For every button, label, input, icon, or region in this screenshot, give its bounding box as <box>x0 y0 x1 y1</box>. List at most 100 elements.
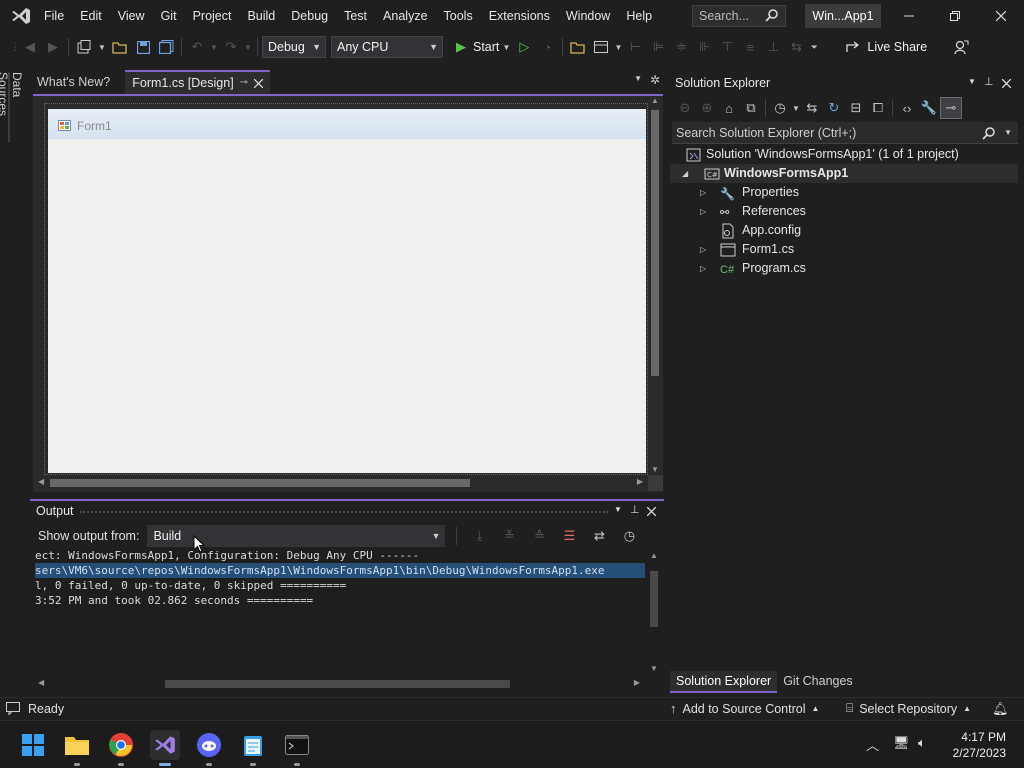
add-to-source-control-button[interactable]: ↑ Add to Source Control ▲ <box>670 701 819 716</box>
taskbar-visual-studio[interactable] <box>150 730 180 766</box>
form1-window-preview[interactable]: Form1 <box>48 109 646 473</box>
collapse-all-icon[interactable]: ⊟ <box>845 97 867 119</box>
menu-analyze[interactable]: Analyze <box>375 0 435 32</box>
timestamps-clock-icon[interactable]: ◷ <box>618 525 640 547</box>
pin-icon[interactable]: ⊥ <box>630 503 640 516</box>
align-middle-icon[interactable]: ≡ <box>739 36 761 58</box>
open-folder-icon[interactable] <box>109 36 131 58</box>
align-center-icon[interactable]: ≑ <box>670 36 692 58</box>
tab-form1-design[interactable]: Form1.cs [Design] ⊸ <box>125 70 271 94</box>
notification-message-icon[interactable] <box>6 702 20 715</box>
scroll-up-icon[interactable]: ▲ <box>650 551 658 560</box>
scroll-left-icon[interactable]: ◀ <box>38 477 44 486</box>
close-icon[interactable] <box>647 507 656 516</box>
solution-configuration-select[interactable]: Debug ▼ <box>262 36 326 58</box>
start-button[interactable]: Start <box>473 40 499 54</box>
scroll-down-icon[interactable]: ▼ <box>650 664 658 673</box>
tree-item-properties[interactable]: ▷ 🔧 Properties <box>670 183 1018 202</box>
chevron-down-icon[interactable]: ▼ <box>96 36 108 58</box>
tab-solution-explorer[interactable]: Solution Explorer <box>670 671 778 693</box>
collapsed-arrow-icon[interactable]: ▷ <box>700 259 710 278</box>
pin-icon[interactable]: ⊥ <box>984 75 994 88</box>
settings-gear-icon[interactable]: ✲ <box>650 73 660 87</box>
view-code-icon[interactable]: ‹› <box>896 97 918 119</box>
forward-icon[interactable]: ⊕ <box>696 97 718 119</box>
close-icon[interactable] <box>1002 79 1011 88</box>
tree-solution-node[interactable]: Solution 'WindowsFormsApp1' (1 of 1 proj… <box>670 145 1018 164</box>
refresh-icon[interactable]: ↻ <box>823 97 845 119</box>
scroll-right-icon[interactable]: ▶ <box>634 678 640 687</box>
back-icon[interactable]: ⊖ <box>674 97 696 119</box>
scrollbar-thumb[interactable] <box>651 110 659 376</box>
chevron-down-icon[interactable]: ▼ <box>243 36 253 58</box>
preview-selected-items-icon[interactable]: ⊸ <box>940 97 962 119</box>
chevron-down-icon[interactable]: ▼ <box>791 97 801 119</box>
feedback-icon[interactable] <box>950 36 972 58</box>
live-share-icon[interactable] <box>841 36 863 58</box>
chevron-down-icon[interactable]: ▼ <box>209 36 219 58</box>
menu-file[interactable]: File <box>36 0 72 32</box>
go-to-location-icon[interactable]: ⤓ <box>468 525 490 547</box>
solution-name-badge[interactable]: Win...App1 <box>805 4 881 28</box>
show-all-files-icon[interactable]: ⧠ <box>867 97 889 119</box>
tree-item-form1-cs[interactable]: ▷ Form1.cs <box>670 240 1018 259</box>
chevron-down-icon[interactable]: ▼ <box>1004 122 1012 144</box>
restore-button[interactable] <box>932 0 978 32</box>
sync-with-document-icon[interactable]: ⇆ <box>801 97 823 119</box>
tree-item-app-config[interactable]: App.config <box>670 221 1018 240</box>
tab-git-changes[interactable]: Git Changes <box>777 671 858 693</box>
menu-tools[interactable]: Tools <box>436 0 481 32</box>
tree-project-node[interactable]: ◢ C# WindowsFormsApp1 <box>670 164 1018 183</box>
switch-views-icon[interactable]: ⧉ <box>740 97 762 119</box>
output-horizontal-scrollbar[interactable]: ◀ ▶ <box>34 677 644 691</box>
designer-horizontal-scrollbar[interactable]: ◀ ▶ <box>33 475 648 491</box>
designer-vertical-scrollbar[interactable]: ▲ ▼ <box>648 96 662 474</box>
expanded-arrow-icon[interactable]: ◢ <box>682 164 692 183</box>
tree-item-program-cs[interactable]: ▷ C# Program.cs <box>670 259 1018 278</box>
collapsed-arrow-icon[interactable]: ▷ <box>700 202 710 221</box>
align-icon[interactable]: ⊢ <box>624 36 646 58</box>
system-clock[interactable]: 4:17 PM 2/27/2023 <box>953 729 1006 761</box>
panel-drag-handle[interactable] <box>80 511 608 513</box>
layout-icon[interactable] <box>590 36 612 58</box>
scrollbar-thumb[interactable] <box>165 680 510 688</box>
properties-wrench-icon[interactable]: 🔧 <box>918 97 940 119</box>
output-vertical-scrollbar[interactable]: ▲ ▼ <box>647 551 661 673</box>
home-icon[interactable]: ⌂ <box>718 97 740 119</box>
back-icon[interactable]: ◀ <box>19 36 41 58</box>
pin-icon[interactable]: ⊸ <box>240 73 248 93</box>
menu-view[interactable]: View <box>110 0 153 32</box>
output-text-area[interactable]: ect: WindowsFormsApp1, Configuration: De… <box>35 548 645 680</box>
live-share-button[interactable]: Live Share <box>867 40 927 54</box>
new-project-icon[interactable] <box>73 36 95 58</box>
taskbar-discord[interactable] <box>194 730 224 766</box>
start-without-debugging-icon[interactable]: ▷ <box>513 36 535 58</box>
menu-build[interactable]: Build <box>239 0 283 32</box>
tab-list-dropdown-icon[interactable]: ▼ <box>634 74 642 83</box>
menu-extensions[interactable]: Extensions <box>481 0 558 32</box>
align-top-icon[interactable]: ⊤ <box>716 36 738 58</box>
notifications-bell-icon[interactable]: 🔔︎ <box>992 701 1009 717</box>
scrollbar-thumb[interactable] <box>50 479 470 487</box>
scrollbar-thumb[interactable] <box>650 571 658 627</box>
panel-options-icon[interactable]: ▼ <box>968 77 976 86</box>
scroll-up-icon[interactable]: ▲ <box>651 96 659 105</box>
close-icon[interactable] <box>254 78 264 88</box>
previous-message-icon[interactable]: ≚ <box>498 525 520 547</box>
collapsed-arrow-icon[interactable]: ▷ <box>700 240 710 259</box>
scroll-left-icon[interactable]: ◀ <box>38 678 44 687</box>
menu-help[interactable]: Help <box>618 0 660 32</box>
minimize-button[interactable] <box>886 0 932 32</box>
word-wrap-icon[interactable]: ⇄ <box>588 525 610 547</box>
pending-changes-filter-icon[interactable]: ◷ <box>769 97 791 119</box>
solution-platform-select[interactable]: Any CPU ▼ <box>331 36 443 58</box>
redo-icon[interactable]: ↷ <box>220 36 242 58</box>
scroll-down-icon[interactable]: ▼ <box>651 465 659 474</box>
menu-edit[interactable]: Edit <box>72 0 110 32</box>
toolbar-overflow-icon[interactable]: ⏷ <box>808 36 820 58</box>
chevron-down-icon[interactable]: ▼ <box>613 36 623 58</box>
visual-studio-logo-icon[interactable] <box>10 7 32 25</box>
save-all-icon[interactable] <box>155 36 177 58</box>
collapsed-arrow-icon[interactable]: ▷ <box>700 183 710 202</box>
search-input[interactable]: Search... <box>692 5 786 27</box>
